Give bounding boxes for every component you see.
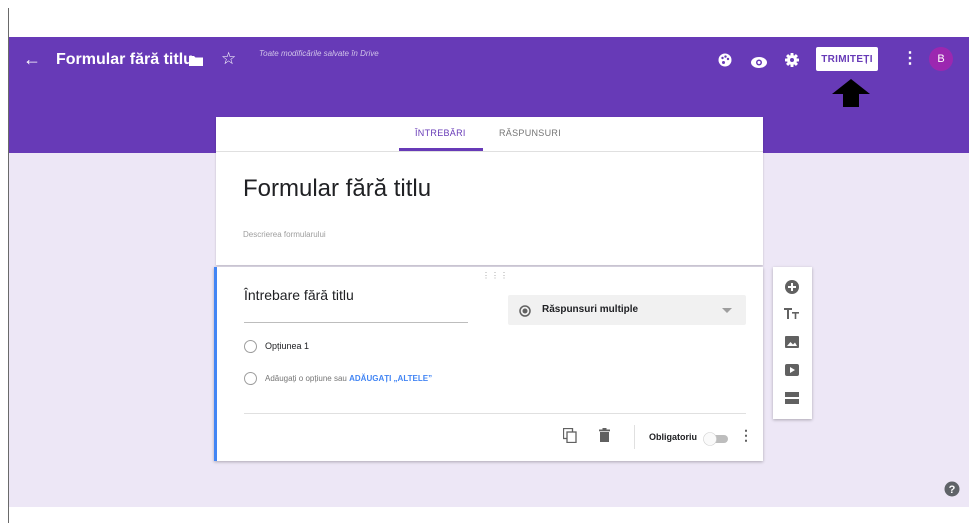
folder-icon[interactable] bbox=[189, 53, 203, 71]
form-title-input[interactable]: Formular fără titlu bbox=[243, 175, 431, 203]
image-icon[interactable] bbox=[784, 335, 800, 354]
arrow-back-icon[interactable]: ← bbox=[23, 49, 43, 69]
top-toolbar: ← Formular fără titlu ☆ Toate modificări… bbox=[9, 37, 969, 107]
help-icon[interactable]: ? bbox=[944, 481, 960, 502]
form-title-header[interactable]: Formular fără titlu bbox=[56, 51, 193, 69]
footer-separator bbox=[634, 425, 635, 449]
chevron-down-icon bbox=[722, 308, 732, 313]
saved-status: Toate modificările salvate în Drive bbox=[259, 49, 379, 58]
add-option-radio-icon bbox=[244, 372, 257, 385]
add-option-row: Adăugați o opțiune sau ADĂUGAȚI „ALTELE” bbox=[265, 374, 432, 383]
side-toolbar bbox=[773, 267, 812, 419]
send-button[interactable]: TRIMITEȚI bbox=[816, 47, 878, 71]
question-type-dropdown[interactable]: Răspunsuri multiple bbox=[508, 295, 746, 325]
active-tab-indicator bbox=[399, 148, 483, 151]
form-description-field[interactable]: Descrierea formularului bbox=[243, 230, 326, 239]
video-icon[interactable] bbox=[784, 363, 800, 382]
add-option-input[interactable]: Adăugați o opțiune bbox=[265, 374, 332, 383]
more-vert-icon[interactable]: ⋮ bbox=[739, 428, 753, 442]
section-icon[interactable] bbox=[784, 391, 800, 410]
active-card-accent bbox=[214, 267, 217, 461]
question-footer-divider bbox=[244, 413, 746, 414]
required-label: Obligatoriu bbox=[649, 432, 697, 442]
avatar[interactable]: B bbox=[929, 47, 953, 71]
tab-questions[interactable]: ÎNTREBĂRI bbox=[415, 128, 466, 138]
add-option-separator: sau bbox=[333, 374, 347, 383]
radio-checked-icon bbox=[519, 304, 531, 322]
up-arrow-pointer-icon bbox=[831, 78, 871, 113]
required-toggle[interactable] bbox=[703, 432, 731, 451]
palette-icon[interactable] bbox=[718, 53, 732, 72]
question-card[interactable]: ⋮⋮⋮ Întrebare fără titlu Răspunsuri mult… bbox=[214, 267, 763, 461]
eye-icon[interactable] bbox=[751, 55, 767, 73]
add-question-icon[interactable] bbox=[784, 279, 800, 300]
more-vert-icon[interactable]: ⋮ bbox=[902, 49, 918, 69]
form-header-card: ÎNTREBĂRI RĂSPUNSURI Formular fără titlu… bbox=[216, 117, 763, 265]
option-label-input[interactable]: Opțiunea 1 bbox=[265, 341, 309, 351]
tab-bar: ÎNTREBĂRI RĂSPUNSURI bbox=[216, 117, 763, 152]
trash-icon[interactable] bbox=[599, 428, 610, 447]
add-other-link[interactable]: ADĂUGAȚI „ALTELE” bbox=[349, 374, 432, 383]
option-radio-icon bbox=[244, 340, 257, 353]
title-text-icon[interactable] bbox=[784, 307, 800, 326]
svg-text:?: ? bbox=[949, 484, 956, 496]
copy-icon[interactable] bbox=[562, 427, 577, 448]
star-icon[interactable]: ☆ bbox=[221, 49, 236, 69]
question-title-input[interactable]: Întrebare fără titlu bbox=[244, 287, 354, 303]
drag-handle-icon[interactable]: ⋮⋮⋮ bbox=[482, 271, 509, 280]
question-type-label: Răspunsuri multiple bbox=[542, 304, 639, 315]
gear-icon[interactable] bbox=[785, 53, 799, 72]
question-title-underline bbox=[244, 322, 468, 323]
tab-responses[interactable]: RĂSPUNSURI bbox=[499, 128, 561, 138]
